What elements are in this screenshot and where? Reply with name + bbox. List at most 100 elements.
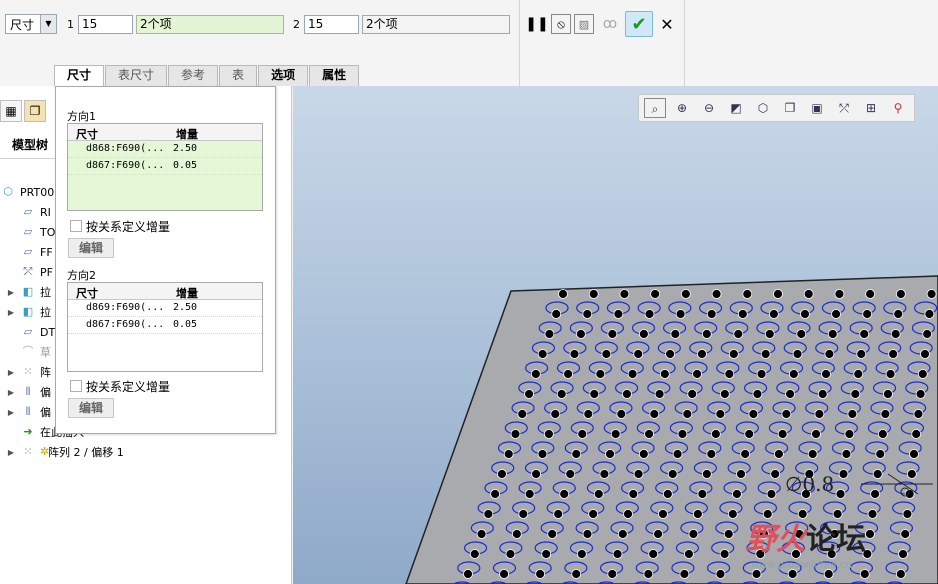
hole-point [888, 349, 899, 359]
direction2-collector[interactable]: 2个项 [362, 15, 510, 34]
expand-arrow-icon[interactable]: ▶ [6, 288, 16, 297]
table-row[interactable]: d867:F690(... 0.05 [68, 317, 262, 334]
expand-arrow-icon[interactable]: ▶ [6, 388, 16, 397]
tree-item[interactable]: ⌒ 草 [20, 342, 52, 362]
hole-point [859, 569, 870, 579]
pattern-type-select[interactable]: 尺寸 ▼ [5, 14, 57, 34]
layers-icon[interactable]: ❐ [24, 100, 46, 122]
hole-point [648, 549, 659, 559]
glasses-icon[interactable]: ꝏ [599, 13, 621, 35]
tree-item[interactable]: ▱ RI [20, 202, 51, 222]
repaint-icon[interactable]: ◩ [725, 98, 747, 118]
hole-point [658, 509, 668, 519]
hole-point [742, 289, 753, 299]
table-row[interactable]: d867:F690(... 0.05 [68, 158, 262, 175]
hole-point [706, 309, 717, 319]
hole-point [588, 289, 599, 299]
zoom-out-icon[interactable]: ⊖ [698, 98, 720, 118]
hole-point [667, 469, 678, 479]
hole-point [638, 449, 649, 459]
csys-icon: ⤱ [23, 265, 33, 278]
increment-cell[interactable]: 0.05 [173, 160, 197, 171]
no-preview-icon[interactable]: ⦸ [551, 14, 571, 34]
tree-item[interactable]: ▶ ⫴ 偏 [6, 382, 51, 402]
chevron-down-icon[interactable]: ▼ [40, 15, 56, 33]
direction2-count-input[interactable]: 15 [304, 15, 359, 34]
relation-checkbox-2[interactable] [70, 380, 82, 392]
pause-icon[interactable]: ❚❚ [525, 13, 548, 35]
hole-point [727, 509, 738, 519]
hole-point [599, 469, 610, 479]
confirm-check-icon[interactable]: ✔ [625, 11, 653, 37]
tree-grid-icon[interactable]: ▦ [0, 100, 22, 122]
table-row[interactable]: d869:F690(... 2.50 [68, 300, 262, 317]
preview-icon[interactable]: ▨ [574, 14, 594, 34]
zoom-fit-icon[interactable]: ⌕ [644, 98, 666, 118]
edit-button-2[interactable]: 编辑 [68, 398, 114, 418]
tree-item[interactable]: ⬡ PRT00 [0, 182, 54, 202]
expand-arrow-icon[interactable]: ▶ [6, 308, 16, 317]
hole-point [715, 569, 726, 579]
hole-point [895, 289, 906, 299]
hole-point [911, 429, 922, 439]
tree-item[interactable]: ▶ ◧ 拉 [6, 302, 51, 322]
direction1-collector[interactable]: 2个项 [136, 15, 284, 34]
annotation-display-icon[interactable]: ⊞ [860, 98, 882, 118]
expand-arrow-icon[interactable]: ▶ [6, 368, 16, 377]
hole-point [752, 389, 763, 399]
spin-center-icon[interactable]: ⚲ [887, 98, 909, 118]
tree-item[interactable]: ▱ TO [20, 222, 56, 242]
edit-button-1[interactable]: 编辑 [68, 238, 114, 258]
hole-point [764, 329, 775, 339]
tree-item[interactable]: ⤱ PF [20, 262, 53, 282]
hole-point [612, 549, 623, 559]
hole-point [463, 569, 473, 579]
increment-cell[interactable]: 2.50 [173, 302, 197, 313]
view-manager-icon[interactable]: ▣ [806, 98, 828, 118]
hole-point [850, 389, 861, 399]
tree-item[interactable]: ▶ ⁙ ✲ 阵列 2 / 偏移 1 [6, 442, 124, 462]
datum-display-icon[interactable]: ⤱ [833, 98, 855, 118]
tree-item[interactable]: ▶ ⁙ 阵 [6, 362, 51, 382]
tab-table-dimensions[interactable]: 表尺寸 [105, 65, 168, 86]
direction1-table[interactable]: 尺寸 增量 d868:F690(... 2.50 d867:F690(... 0… [67, 123, 263, 211]
hole-point [724, 369, 735, 379]
hole-point [644, 429, 654, 439]
hole-point [550, 409, 561, 419]
cancel-x-icon[interactable]: ✕ [656, 13, 678, 35]
hole-point [483, 509, 494, 519]
tab-options[interactable]: 选项 [258, 65, 309, 86]
tab-table[interactable]: 表 [219, 65, 258, 86]
tree-item[interactable]: ▱ FF [20, 242, 53, 262]
expand-arrow-icon[interactable]: ▶ [6, 408, 16, 417]
hole-point [577, 429, 588, 439]
direction1-count-input[interactable]: 15 [78, 15, 133, 34]
relation-checkbox-1[interactable] [70, 220, 82, 232]
graphics-viewport[interactable]: ⌕ ⊕ ⊖ ◩ ⬡ ❐ ▣ ⤱ ⊞ ⚲ ∅0.8 野火论坛 www.proewi… [293, 86, 938, 584]
tab-dimensions[interactable]: 尺寸 [54, 65, 105, 87]
pattern-icon: ⁙ [23, 445, 33, 458]
tree-item[interactable]: ▶ ◧ 拉 [6, 282, 51, 302]
saved-views-icon[interactable]: ❐ [779, 98, 801, 118]
tab-references[interactable]: 参考 [168, 65, 219, 86]
hole-point [865, 529, 875, 539]
hole-point [582, 309, 593, 319]
hole-point [607, 329, 618, 339]
tree-item-label: PRT00 [20, 185, 55, 199]
column-header-increment: 增量 [176, 287, 198, 300]
expand-arrow-icon[interactable]: ▶ [6, 448, 16, 457]
direction1-label: 方向1 [67, 110, 96, 123]
hole-point [728, 349, 739, 359]
zoom-in-icon[interactable]: ⊕ [671, 98, 693, 118]
increment-cell[interactable]: 2.50 [173, 143, 197, 154]
display-style-icon[interactable]: ⬡ [752, 98, 774, 118]
increment-cell[interactable]: 0.05 [173, 319, 197, 330]
tab-properties[interactable]: 属性 [309, 65, 360, 86]
table-row[interactable]: d868:F690(... 2.50 [68, 141, 262, 158]
tree-item[interactable]: ▱ DT [20, 322, 55, 342]
hole-point [792, 349, 803, 359]
direction2-table[interactable]: 尺寸 增量 d869:F690(... 2.50 d867:F690(... 0… [67, 282, 263, 372]
hole-point [834, 289, 845, 299]
tree-item[interactable]: ▶ ⫴ 偏 [6, 402, 51, 422]
hole-point [617, 529, 628, 539]
